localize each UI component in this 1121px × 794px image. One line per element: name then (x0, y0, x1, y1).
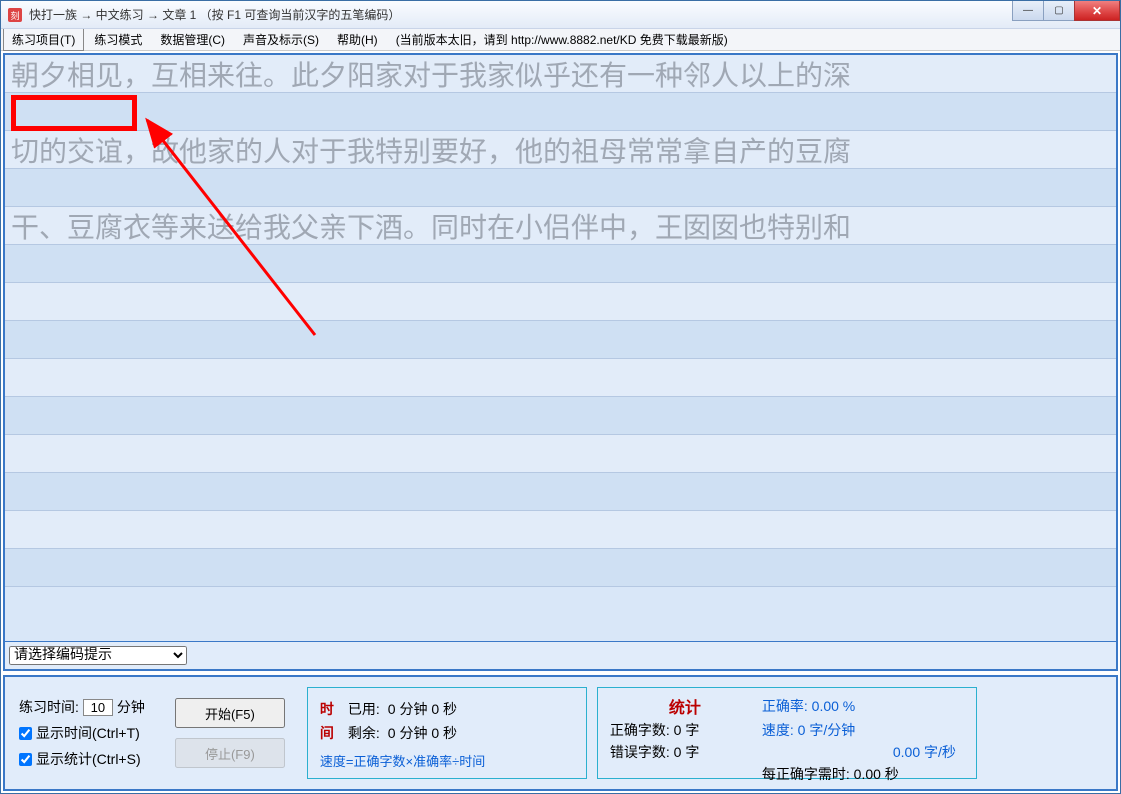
app-window: 刻 快打一族 → 中文练习 → 文章 1 （按 F1 可查询当前汉字的五笔编码）… (0, 0, 1121, 794)
menu-sound[interactable]: 声音及标示(S) (235, 29, 327, 50)
minimize-button[interactable]: — (1012, 1, 1044, 21)
close-button[interactable]: ✕ (1074, 1, 1120, 21)
time-remain-label: 剩余: (348, 723, 380, 743)
practice-time-unit: 分钟 (117, 697, 145, 717)
titlebar: 刻 快打一族 → 中文练习 → 文章 1 （按 F1 可查询当前汉字的五笔编码）… (1, 1, 1120, 29)
maximize-button[interactable]: ▢ (1043, 1, 1075, 21)
stat-correct: 正确字数: 0 字 (610, 720, 760, 740)
time-box: 时 已用: 0 分钟 0 秒 间 剩余: 0 分钟 0 秒 速度=正确字数×准确… (307, 687, 587, 779)
time-used-label: 已用: (348, 699, 380, 719)
menu-data[interactable]: 数据管理(C) (152, 29, 233, 50)
input-line-6[interactable] (5, 473, 1116, 511)
input-line-5[interactable] (5, 397, 1116, 435)
stop-button: 停止(F9) (175, 738, 285, 768)
panel-left: 练习时间: 分钟 显示时间(Ctrl+T) 显示统计(Ctrl+S) (11, 693, 153, 773)
input-line-1[interactable] (5, 93, 1116, 131)
content-area: 朝夕相见，互相来往。此夕阳家对于我家似乎还有一种邻人以上的深 切的交谊，故他家的… (3, 53, 1118, 671)
show-stats-checkbox-label[interactable]: 显示统计(Ctrl+S) (19, 749, 145, 769)
stat-box: 统计 正确率: 0.00 % 正确字数: 0 字 速度: 0 字/分钟 错误字数… (597, 687, 977, 779)
practice-time-label: 练习时间: (19, 697, 79, 717)
show-time-text: 显示时间(Ctrl+T) (36, 723, 140, 743)
start-button[interactable]: 开始(F5) (175, 698, 285, 728)
panel-buttons: 开始(F5) 停止(F9) (163, 698, 297, 768)
practice-time-input[interactable] (83, 699, 113, 716)
input-line-7[interactable] (5, 549, 1116, 587)
stat-accuracy: 正确率: 0.00 % (762, 696, 964, 716)
reference-line-4 (5, 283, 1116, 321)
window-buttons: — ▢ ✕ (1013, 1, 1120, 21)
time-label-2: 间 (320, 723, 340, 743)
encoding-hint-row: 请选择编码提示 (5, 641, 1116, 669)
app-icon: 刻 (7, 7, 23, 23)
menu-mode[interactable]: 练习模式 (86, 29, 150, 50)
stat-speed2: 0.00 字/秒 (762, 742, 964, 762)
time-label-1: 时 (320, 699, 340, 719)
menu-version-note: (当前版本太旧，请到 http://www.8882.net/KD 免费下载最新… (388, 29, 736, 50)
stat-perchar: 每正确字需时: 0.00 秒 (762, 764, 964, 784)
input-line-3[interactable] (5, 245, 1116, 283)
input-line-4[interactable] (5, 321, 1116, 359)
reference-line-7 (5, 511, 1116, 549)
show-stats-text: 显示统计(Ctrl+S) (36, 749, 141, 769)
time-remain-value: 0 分钟 0 秒 (388, 723, 457, 743)
svg-text:刻: 刻 (10, 10, 19, 21)
time-used-value: 0 分钟 0 秒 (388, 699, 457, 719)
window-title: 快打一族 → 中文练习 → 文章 1 （按 F1 可查询当前汉字的五笔编码） (29, 6, 400, 23)
stat-title: 统计 (610, 694, 760, 718)
input-line-2[interactable] (5, 169, 1116, 207)
show-time-checkbox-label[interactable]: 显示时间(Ctrl+T) (19, 723, 145, 743)
show-time-checkbox[interactable] (19, 727, 32, 740)
reference-line-6 (5, 435, 1116, 473)
reference-line-2: 切的交谊，故他家的人对于我特别要好，他的祖母常常拿自产的豆腐 (5, 131, 1116, 169)
typing-area[interactable]: 朝夕相见，互相来往。此夕阳家对于我家似乎还有一种邻人以上的深 切的交谊，故他家的… (5, 55, 1116, 641)
show-stats-checkbox[interactable] (19, 753, 32, 766)
stat-wrong: 错误字数: 0 字 (610, 742, 760, 762)
status-panel: 练习时间: 分钟 显示时间(Ctrl+T) 显示统计(Ctrl+S) 开始(F5… (3, 675, 1118, 791)
menu-practice[interactable]: 练习项目(T) (3, 28, 84, 51)
stat-speed1: 速度: 0 字/分钟 (762, 720, 964, 740)
menubar: 练习项目(T) 练习模式 数据管理(C) 声音及标示(S) 帮助(H) (当前版… (1, 29, 1120, 51)
speed-formula: 速度=正确字数×准确率÷时间 (320, 751, 574, 770)
reference-line-1: 朝夕相见，互相来往。此夕阳家对于我家似乎还有一种邻人以上的深 (5, 55, 1116, 93)
menu-help[interactable]: 帮助(H) (329, 29, 386, 50)
reference-line-5 (5, 359, 1116, 397)
reference-line-3: 干、豆腐衣等来送给我父亲下酒。同时在小侣伴中，王囡囡也特别和 (5, 207, 1116, 245)
encoding-hint-select[interactable]: 请选择编码提示 (9, 646, 187, 665)
